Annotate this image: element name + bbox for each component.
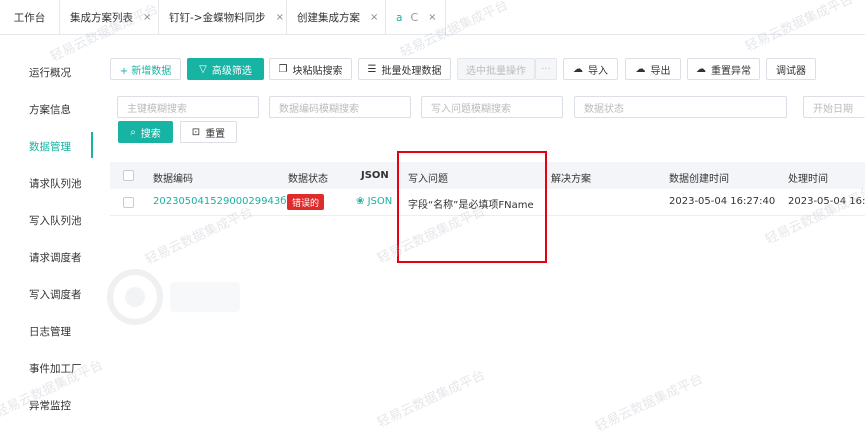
cloud-upload-icon: ☁ [573,63,583,75]
export-button[interactable]: ☁ 导出 [625,58,681,80]
batch-process-label: 批量处理数据 [381,65,442,77]
tab-workbench[interactable]: 工作台 [0,0,60,35]
column-header-status: 数据状态 [288,174,328,185]
sidebar-item-data-management[interactable]: 数据管理 [29,139,71,154]
copy-icon: ❐ [278,63,288,75]
watermark-logo [107,269,240,325]
column-header-json: JSON [361,170,389,181]
cloud-icon: ☁ [696,63,706,75]
close-icon[interactable]: × [428,12,436,23]
advanced-filter-button[interactable]: ▽ 高级筛选 [187,58,264,80]
batch-selected-button[interactable]: 选中批量操作 [457,58,535,80]
search-button[interactable]: ⌕ 搜索 [118,121,173,143]
sidebar-item-exception-monitor[interactable]: 异常监控 [29,398,71,413]
filter-icon: ▽ [199,63,207,75]
batch-process-button[interactable]: ☰ 批量处理数据 [358,58,451,80]
advanced-filter-label: 高级筛选 [211,65,252,77]
close-icon[interactable]: × [370,12,378,23]
debugger-button[interactable]: 调试器 [766,58,816,80]
tab-label: 创建集成方案 [297,12,360,24]
json-link[interactable]: ❀ JSON [356,196,392,207]
sidebar-item-request-queue[interactable]: 请求队列池 [29,176,82,191]
more-label: ··· [541,63,551,75]
reset-error-label: 重置异常 [711,65,751,77]
close-icon[interactable]: × [143,12,151,23]
tab-label: a [396,11,403,24]
column-header-code: 数据编码 [153,174,193,185]
column-header-solution: 解决方案 [551,174,591,185]
column-header-created: 数据创建时间 [669,174,729,185]
sidebar-item-event-factory[interactable]: 事件加工厂 [29,361,82,376]
tab-label: 工作台 [13,12,46,24]
import-label: 导入 [588,65,608,77]
tab-bar: 工作台 集成方案列表 × 钉钉->金蝶物料同步 × 创建集成方案 × a C × [0,0,865,35]
sidebar-item-log-management[interactable]: 日志管理 [29,324,71,339]
more-button[interactable]: ··· [535,58,557,80]
row-checkbox[interactable] [123,197,134,208]
sidebar-item-write-scheduler[interactable]: 写入调度者 [29,287,82,302]
watermark-text: 轻易云数据集成平台 [375,367,488,431]
batch-selected-label: 选中批量操作 [466,65,526,77]
row-code-link[interactable]: 20230504152900029943б [153,196,286,207]
add-data-button[interactable]: + 新增数据 [110,58,181,80]
sidebar-item-solution-info[interactable]: 方案信息 [29,102,71,117]
paste-search-button[interactable]: ❐ 块粘贴搜索 [269,58,352,80]
column-header-processed: 处理时间 [788,174,828,185]
pk-search-input[interactable]: 主键模糊搜索 [117,96,259,118]
select-all-checkbox[interactable] [123,170,134,181]
sidebar-item-request-scheduler[interactable]: 请求调度者 [29,250,82,265]
close-icon[interactable]: × [276,12,284,23]
sidebar-active-indicator [91,132,93,158]
sidebar-item-overview[interactable]: 运行概况 [29,65,71,80]
debugger-label: 调试器 [776,65,806,77]
tab-create-solution[interactable]: 创建集成方案 × [287,0,386,35]
watermark-text: 轻易云数据集成平台 [593,371,706,435]
json-label: JSON [367,196,393,207]
add-data-label: + 新增数据 [119,65,172,77]
tab-label: 集成方案列表 [70,12,133,24]
status-select[interactable]: 数据状态 [574,96,787,118]
issue-search-input[interactable]: 写入问题模糊搜索 [421,96,563,118]
reset-label: 重置 [205,128,226,140]
export-label: 导出 [650,65,671,77]
status-badge: 错误的 [287,194,325,210]
search-label: 搜索 [140,128,161,140]
row-created-time: 2023-05-04 16:27:40 [669,196,776,207]
cloud-download-icon: ☁ [635,63,646,75]
json-icon: ❀ [356,196,368,207]
highlight-box [397,151,547,263]
search-icon: ⌕ [130,126,136,138]
start-date-input[interactable]: 开始日期 [803,96,865,118]
import-button[interactable]: ☁ 导入 [563,58,618,80]
reset-icon: ⊡ [191,126,201,138]
reset-button[interactable]: ⊡ 重置 [180,121,237,143]
code-search-input[interactable]: 数据编码模糊搜索 [269,96,411,118]
sidebar-item-write-queue[interactable]: 写入队列池 [29,213,82,228]
reset-error-button[interactable]: ☁ 重置异常 [687,58,760,80]
row-processed-time: 2023-05-04 16:31:0 [788,196,865,207]
list-icon: ☰ [367,63,377,75]
tab-dingtalk-sync[interactable]: 钉钉->金蝶物料同步 × [159,0,287,35]
tab-label: 钉钉->金蝶物料同步 [169,12,266,24]
tab-solution-list[interactable]: 集成方案列表 × [60,0,159,35]
refresh-icon[interactable]: C [410,11,418,24]
tab-current[interactable]: a C × [386,0,446,35]
paste-search-label: 块粘贴搜索 [292,65,343,77]
